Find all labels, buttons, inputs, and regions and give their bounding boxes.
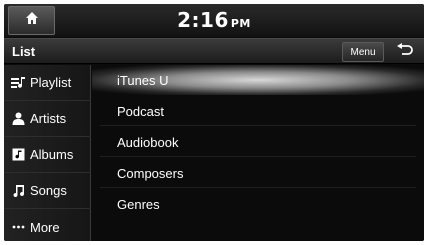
menu-button[interactable]: Menu [342, 42, 384, 62]
list-item[interactable]: Audiobook [92, 127, 424, 157]
sidebar-item-artists[interactable]: Artists [4, 101, 91, 137]
music-note-icon [11, 184, 26, 198]
sidebar-item-playlist[interactable]: Playlist [4, 65, 91, 101]
title-bar: List Menu [4, 38, 424, 64]
page-title: List [12, 44, 36, 59]
album-icon [11, 148, 26, 162]
sidebar-item-label: Albums [30, 147, 74, 162]
playlist-icon [11, 76, 26, 90]
artist-icon [11, 112, 26, 126]
list-item[interactable]: Genres [92, 189, 424, 219]
list-item[interactable]: Podcast [92, 96, 424, 126]
list-item-label: Podcast [117, 103, 164, 119]
sidebar-item-albums[interactable]: Albums [4, 137, 91, 173]
list-item[interactable]: Composers [92, 158, 424, 188]
divider [100, 156, 416, 157]
list-item[interactable]: iTunes U [92, 65, 424, 95]
sidebar-item-label: More [30, 219, 60, 235]
sidebar: Playlist Artists Albums Songs More [4, 65, 91, 241]
sidebar-item-label: Playlist [30, 75, 72, 90]
clock-ampm: PM [230, 17, 251, 30]
media-list-screen: 2:16 PM List Menu Playlist Artists Album… [4, 4, 424, 241]
list-item-label: Composers [117, 165, 184, 181]
divider [100, 125, 416, 126]
sidebar-item-more[interactable]: More [4, 209, 91, 241]
list-item-label: Genres [117, 196, 160, 212]
sidebar-item-songs[interactable]: Songs [4, 173, 91, 209]
sidebar-item-label: Artists [30, 111, 67, 126]
status-bar: 2:16 PM [4, 4, 424, 37]
back-button[interactable] [388, 42, 421, 62]
list-item-label: Audiobook [117, 134, 179, 150]
divider [100, 187, 416, 188]
category-list: iTunes U Podcast Audiobook Composers Gen… [92, 65, 424, 241]
more-icon [11, 220, 26, 234]
clock: 2:16 PM [4, 8, 424, 32]
sidebar-item-label: Songs [30, 183, 67, 198]
back-icon [396, 42, 414, 62]
list-item-label: iTunes U [117, 72, 169, 88]
clock-time: 2:16 [177, 8, 229, 32]
